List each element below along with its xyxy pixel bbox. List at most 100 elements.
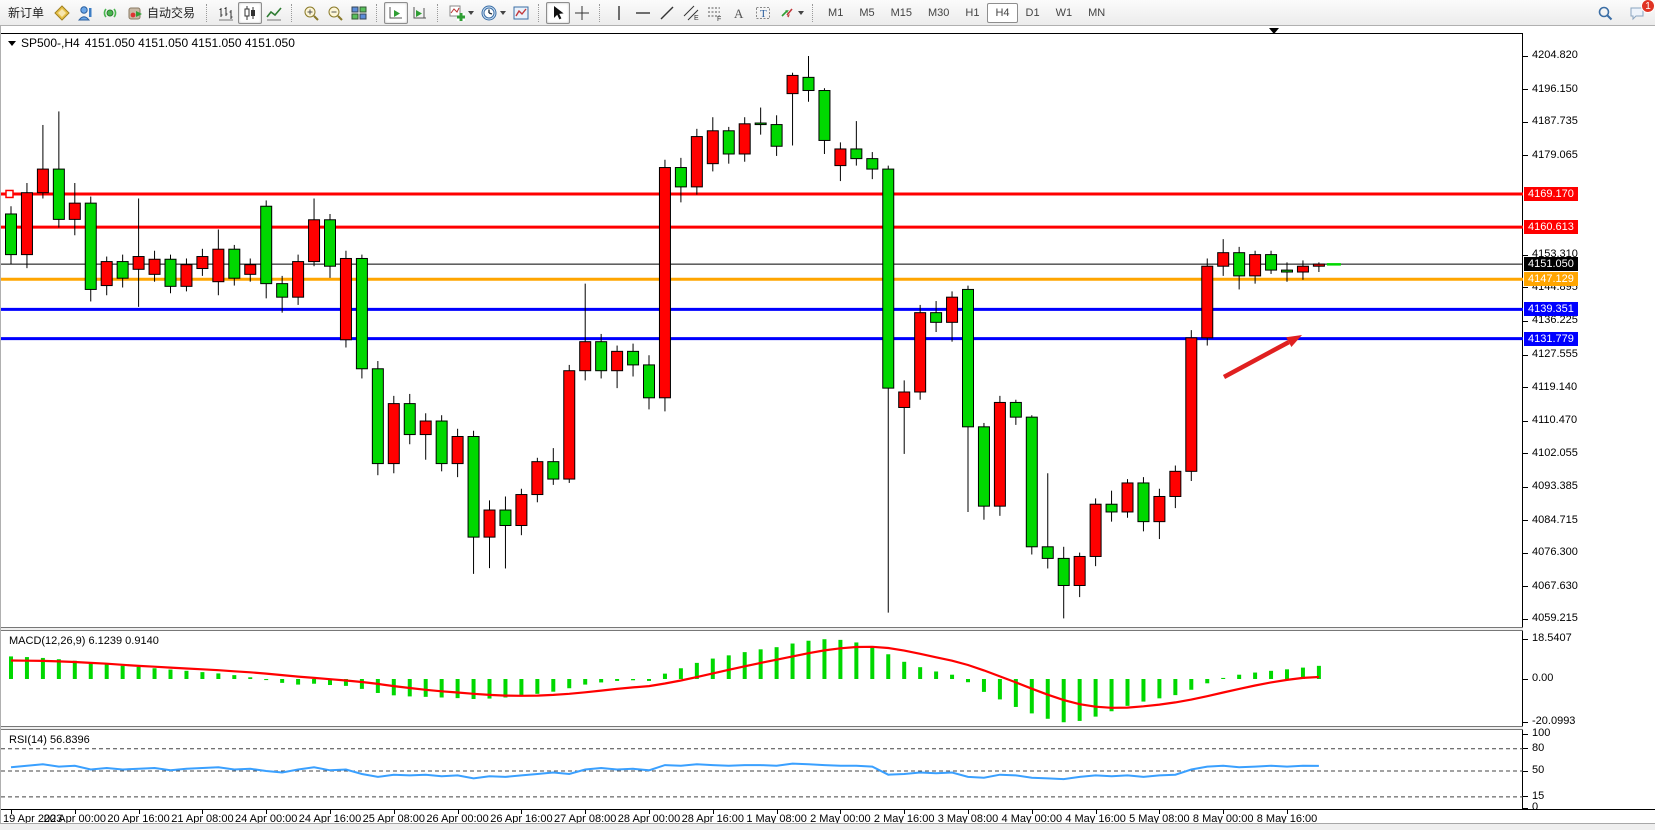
price-tick-label: 4110.470 <box>1532 414 1577 426</box>
text-button[interactable]: A <box>727 2 751 24</box>
periods-button[interactable] <box>477 2 509 24</box>
axis-tick <box>1523 453 1528 454</box>
axis-tick <box>1523 796 1528 797</box>
axis-tick <box>1523 722 1528 723</box>
svg-text:E: E <box>694 15 699 22</box>
price-tick-label: 4127.555 <box>1532 348 1578 360</box>
timeframe-button-d1[interactable]: D1 <box>1018 3 1048 23</box>
axis-tick <box>1523 287 1528 288</box>
macd-axis-label: -20.0993 <box>1532 715 1575 727</box>
fibonacci-icon: F <box>706 4 724 22</box>
svg-text:T: T <box>760 8 767 20</box>
price-tick-label: 4196.150 <box>1532 83 1578 95</box>
price-axis[interactable]: 4204.8204196.1504187.7354179.0654153.310… <box>1523 26 1655 823</box>
main-toolbar: 新订单 自动交易 <box>0 0 1655 26</box>
collapse-triangle-icon[interactable] <box>8 41 16 46</box>
price-tick-label: 4102.055 <box>1532 447 1578 459</box>
time-axis[interactable]: 19 Apr 202320 Apr 00:0020 Apr 16:0021 Ap… <box>1 809 1655 823</box>
chart-shift-icon <box>411 4 429 22</box>
auto-trading-button[interactable]: 自动交易 <box>122 2 201 24</box>
chart-title: SP500-,H4 4151.050 4151.050 4151.050 415… <box>8 36 295 50</box>
price-tick-label: 4187.735 <box>1532 115 1578 127</box>
indicators-icon <box>448 4 466 22</box>
chart-shift-button[interactable] <box>408 2 432 24</box>
toolbar-separator <box>376 4 381 22</box>
toolbar-separator <box>437 4 442 22</box>
chart-window: SP500-,H4 4151.050 4151.050 4151.050 415… <box>0 26 1655 823</box>
signal-icon <box>101 4 119 22</box>
auto-trading-label: 自动交易 <box>147 4 195 21</box>
rsi-axis-label: 100 <box>1532 727 1550 739</box>
price-chart-plot[interactable] <box>1 26 1523 628</box>
crosshair-button[interactable] <box>570 2 594 24</box>
axis-tick <box>1523 586 1528 587</box>
timeframe-button-h4[interactable]: H4 <box>987 3 1017 23</box>
trend-arrow-annotation <box>1224 335 1302 377</box>
axis-tick <box>1523 255 1528 256</box>
vertical-line-button[interactable] <box>607 2 631 24</box>
zoom-out-icon <box>326 4 344 22</box>
symbol-period-label: SP500-,H4 <box>21 36 80 50</box>
bar-chart-icon <box>217 4 235 22</box>
clock-icon <box>480 4 498 22</box>
rsi-axis-label: 80 <box>1532 742 1544 754</box>
rsi-axis-label: 50 <box>1532 764 1544 776</box>
timeframe-button-h1[interactable]: H1 <box>957 3 987 23</box>
svg-text:A: A <box>734 6 744 21</box>
axis-tick <box>1523 155 1528 156</box>
label-button[interactable]: T <box>751 2 775 24</box>
macd-panel-plot[interactable] <box>1 631 1523 727</box>
arrows-button[interactable] <box>775 2 807 24</box>
price-level-badge: 4139.351 <box>1524 302 1578 316</box>
ohlc-values: 4151.050 4151.050 4151.050 4151.050 <box>85 36 295 50</box>
search-button[interactable] <box>1593 2 1617 24</box>
zoom-in-button[interactable] <box>299 2 323 24</box>
timeframe-button-m5[interactable]: M5 <box>851 3 882 23</box>
timeframe-button-w1[interactable]: W1 <box>1048 3 1081 23</box>
tile-windows-button[interactable] <box>347 2 371 24</box>
candlestick-chart-button[interactable] <box>238 2 262 24</box>
axis-tick <box>1523 619 1528 620</box>
timeframe-button-m15[interactable]: M15 <box>883 3 920 23</box>
macd-histogram <box>11 639 1319 722</box>
rsi-panel-plot[interactable] <box>1 730 1523 809</box>
zoom-out-button[interactable] <box>323 2 347 24</box>
indicators-button[interactable] <box>445 2 477 24</box>
axis-tick <box>1523 679 1528 680</box>
alerts-icon-button[interactable] <box>98 2 122 24</box>
fibonacci-button[interactable]: F <box>703 2 727 24</box>
price-level-badge: 4160.613 <box>1524 220 1578 234</box>
templates-button[interactable] <box>509 2 533 24</box>
horizontal-line-button[interactable] <box>631 2 655 24</box>
equidistant-channel-button[interactable]: E <box>679 2 703 24</box>
axis-tick <box>1523 553 1528 554</box>
axis-tick <box>1523 56 1528 57</box>
auto-scroll-button[interactable] <box>384 2 408 24</box>
vertical-line-icon <box>610 4 628 22</box>
axis-tick <box>1523 639 1528 640</box>
price-tick-label: 4084.715 <box>1532 514 1578 526</box>
tile-windows-icon <box>350 4 368 22</box>
price-tick-label: 4076.300 <box>1532 546 1578 558</box>
timeframe-button-m30[interactable]: M30 <box>920 3 957 23</box>
line-handle <box>6 190 13 197</box>
timeframe-button-mn[interactable]: MN <box>1080 3 1113 23</box>
trendline-button[interactable] <box>655 2 679 24</box>
toolbar-separator <box>291 4 296 22</box>
text-icon: A <box>730 4 748 22</box>
price-tick-label: 4067.630 <box>1532 580 1578 592</box>
toolbar-separator <box>206 4 211 22</box>
auto-scroll-icon <box>387 4 405 22</box>
horizontal-line-icon <box>634 4 652 22</box>
history-center-icon[interactable] <box>50 2 74 24</box>
timeframe-button-m1[interactable]: M1 <box>820 3 851 23</box>
new-order-button[interactable]: 新订单 <box>2 2 50 24</box>
notification-badge: 1 <box>1641 0 1655 13</box>
profiles-icon-button[interactable] <box>74 2 98 24</box>
notifications-button[interactable]: 1 <box>1625 2 1649 24</box>
label-icon: T <box>754 4 772 22</box>
cursor-button[interactable] <box>546 2 570 24</box>
gold-diamond-icon <box>53 4 71 22</box>
line-chart-button[interactable] <box>262 2 286 24</box>
bar-chart-button[interactable] <box>214 2 238 24</box>
